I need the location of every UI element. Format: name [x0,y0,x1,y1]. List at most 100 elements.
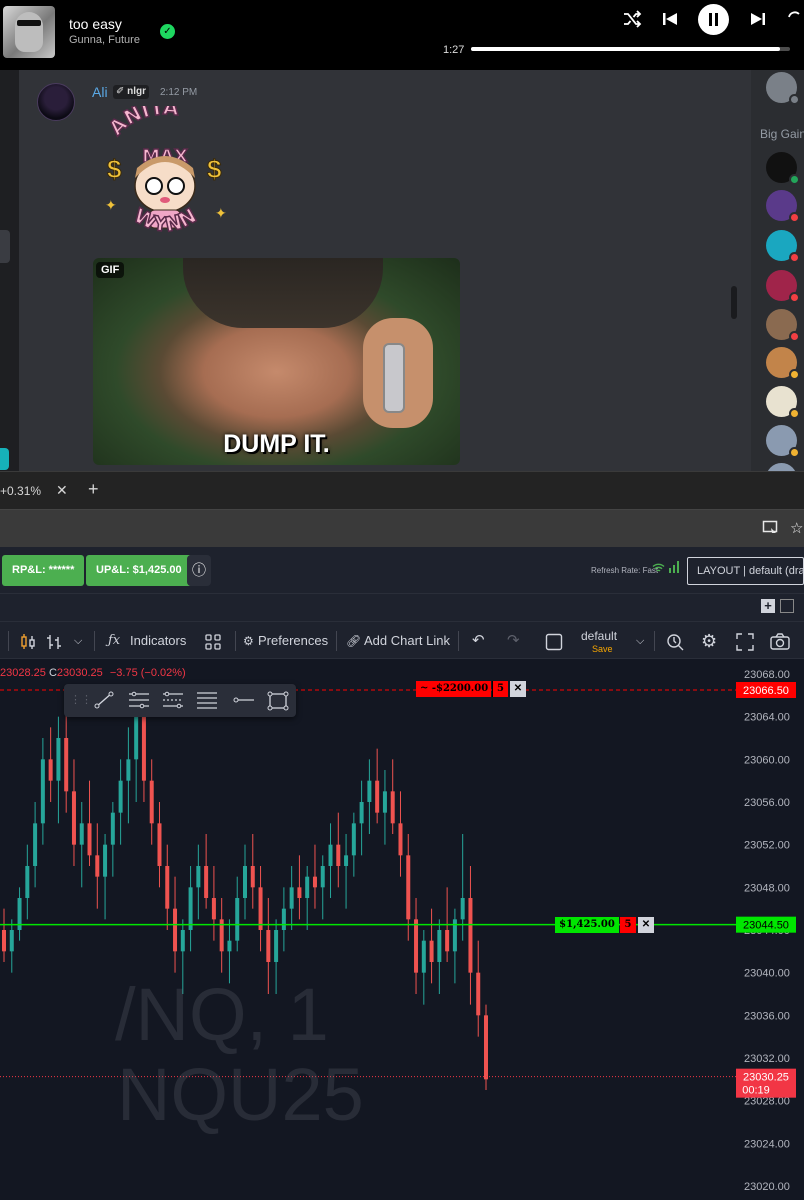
candle-body [320,866,325,888]
candle-body [336,844,341,866]
svg-text:ANITA: ANITA [104,106,180,140]
candle-body [289,887,294,909]
anita-max-wynn-sticker[interactable]: ANITA MAX $ $ WYNN ✦ ✦ [93,106,238,248]
album-art[interactable] [3,6,55,58]
y-tick-label: 23064.00 [744,712,790,724]
ohlc-prefix: 23028.25 [0,667,46,679]
shuffle-icon[interactable] [622,9,642,34]
server-tab[interactable] [0,230,10,263]
member-avatar[interactable] [766,309,800,342]
add-panel-icon[interactable]: + [761,599,775,613]
square-icon[interactable] [545,622,563,660]
candle-body [118,780,123,813]
gif-embed[interactable]: GIF DUMP IT. [93,258,460,465]
fullscreen-icon[interactable] [736,622,754,660]
browser-tab-strip: +0.31% ✕ + [0,471,804,509]
cast-icon[interactable] [762,520,780,540]
member-avatar[interactable] [766,230,800,263]
member-avatar[interactable] [766,190,800,223]
previous-icon[interactable] [660,9,680,34]
avatar[interactable] [37,83,75,121]
gear-icon[interactable]: ⚙ [243,622,254,660]
chevron-down-icon[interactable]: ⌵ [636,622,644,660]
member-avatar[interactable] [766,386,800,419]
position-close-icon[interactable]: ✕ [638,917,654,933]
horizontal-ray-icon[interactable] [232,691,254,713]
close-tab-icon[interactable]: ✕ [56,482,68,499]
quick-search-icon[interactable] [666,622,684,660]
trend-line-icon[interactable] [94,691,114,713]
new-tab-button[interactable]: + [88,479,99,500]
candle-body [157,823,162,866]
chevron-down-icon[interactable]: ⌵ [74,622,82,660]
server-tab-active[interactable] [0,448,9,470]
stop-order-cancel-icon[interactable]: ✕ [510,681,526,697]
save-label[interactable]: Save [592,644,613,654]
next-icon[interactable] [748,9,768,34]
parallel-channel-icon[interactable] [128,691,150,713]
candle-body [103,844,108,877]
pause-button[interactable] [698,4,729,35]
message-author[interactable]: Ali [92,84,108,100]
candle-body [243,866,247,898]
server-rail [0,70,19,471]
bar-style-icon[interactable] [46,622,62,660]
redo-icon[interactable]: ↷ [507,622,520,660]
svg-text:✦: ✦ [215,205,227,221]
settings-gear-icon[interactable]: ⚙ [701,622,717,660]
horizontal-lines-icon[interactable] [196,691,218,713]
fib-retracement-icon[interactable] [162,691,184,713]
rectangle-icon[interactable] [267,691,289,715]
candle-body [476,972,481,1016]
alert-icon[interactable]: ⓘ [187,555,211,586]
position-qty[interactable]: 5 [620,917,636,933]
svg-text:✦: ✦ [105,197,117,213]
camera-icon[interactable] [770,622,790,660]
bookmark-star-icon[interactable]: ☆ [790,519,803,537]
realized-pnl-button[interactable]: RP&L: ****** [2,555,85,586]
user-tag: ✐ nlgr [113,85,150,99]
song-title[interactable]: too easy [69,16,122,32]
candle-body [25,866,30,898]
progress-bar[interactable] [471,47,790,51]
candles-icon[interactable] [20,622,36,660]
song-artist[interactable]: Gunna, Future [69,34,140,46]
stop-order-qty[interactable]: 5 [492,681,508,697]
candle-body [258,887,263,930]
y-tick-label: 23056.00 [744,797,790,809]
member-avatar[interactable] [766,270,800,303]
chat-scrollbar[interactable] [731,286,737,319]
candle-body [375,780,380,813]
repeat-icon[interactable] [785,9,804,34]
templates-grid-icon[interactable] [205,622,221,660]
candle-body [328,844,333,866]
entry-price-label: 23044.50 [743,920,789,932]
drag-handle-icon[interactable]: ⋮⋮ [70,693,92,706]
unrealized-pnl-button[interactable]: UP&L: $1,425.00 [86,555,192,586]
undo-icon[interactable]: ↶ [472,622,485,660]
member-avatar[interactable] [766,152,800,185]
layout-select[interactable]: LAYOUT | default (draft) [687,557,804,585]
add-chart-link-button[interactable]: Add Chart Link [364,622,450,660]
message-time: 2:12 PM [160,87,198,98]
stop-order-label: ~ -$2200.00 [416,681,491,697]
indicators-button[interactable]: Indicators [130,622,186,660]
discord-icon[interactable] [766,425,800,458]
candle-body [445,930,450,952]
maximize-panel-icon[interactable] [780,599,794,613]
member-avatar[interactable] [766,72,800,105]
preferences-button[interactable]: Preferences [258,622,328,660]
fx-icon[interactable]: ƒx [108,622,120,660]
last-price-label: 23030.25 [743,1072,789,1084]
y-tick-label: 23020.00 [744,1181,790,1193]
candle-body [204,866,209,898]
candle-body [351,823,356,856]
tab-title[interactable]: +0.31% [0,484,41,498]
candle-body [227,940,232,952]
candle-body [33,823,38,866]
member-avatar[interactable] [766,347,800,380]
liked-check-icon[interactable]: ✓ [160,24,175,39]
candle-body [141,716,146,781]
svg-text:$: $ [107,154,122,184]
link-icon[interactable]: 🔗︎ [346,622,361,660]
